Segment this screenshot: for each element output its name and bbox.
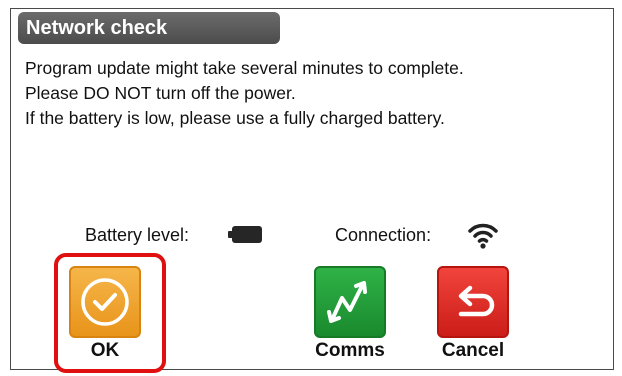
comms-button[interactable] [314, 266, 386, 338]
comms-button-label[interactable]: Comms [304, 338, 396, 364]
connection-label: Connection: [335, 225, 432, 245]
wifi-icon [467, 219, 499, 251]
signal-arrows-icon [327, 281, 367, 323]
ok-button-label[interactable]: OK [69, 338, 141, 364]
battery-level-label: Battery level: [85, 225, 190, 245]
ok-button[interactable] [69, 266, 141, 338]
dialog-title: Network check [18, 12, 280, 44]
checkmark-circle-icon [81, 278, 129, 326]
message-line: Program update might take several minute… [25, 58, 464, 78]
cancel-button[interactable] [437, 266, 509, 338]
return-arrow-icon [458, 285, 495, 317]
dialog-message: Program update might take several minute… [25, 56, 464, 131]
message-line: Please DO NOT turn off the power. [25, 83, 296, 103]
cancel-button-label[interactable]: Cancel [427, 338, 519, 364]
battery-icon [228, 226, 262, 243]
message-line: If the battery is low, please use a full… [25, 108, 445, 128]
